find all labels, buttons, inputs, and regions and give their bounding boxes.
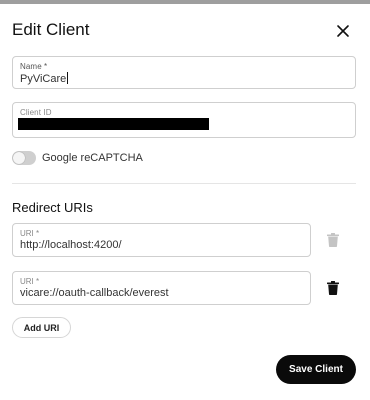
redirect-uris-title: Redirect URIs	[12, 200, 93, 215]
uri-label-1: URI *	[20, 229, 40, 238]
name-field-label: Name *	[20, 62, 48, 71]
uri-label-2: URI *	[20, 277, 40, 286]
divider	[12, 183, 356, 184]
client-id-field[interactable]: Client ID	[12, 102, 356, 138]
name-field-value: PyViCare	[20, 72, 69, 85]
text-caret	[67, 72, 69, 84]
edit-client-dialog: Edit Client Name * PyViCare Client ID Go…	[0, 0, 370, 400]
uri-field-1[interactable]: URI * http://localhost:4200/	[12, 223, 311, 257]
recaptcha-toggle[interactable]	[12, 151, 36, 165]
uri-value-1: http://localhost:4200/	[20, 239, 122, 251]
recaptcha-label: Google reCAPTCHA	[42, 152, 143, 164]
name-field[interactable]: Name * PyViCare	[12, 56, 356, 89]
dialog-title: Edit Client	[12, 20, 90, 39]
uri-field-2[interactable]: URI * vicare://oauth-callback/everest	[12, 271, 311, 305]
save-client-button[interactable]: Save Client	[276, 355, 356, 384]
trash-icon[interactable]	[327, 233, 339, 247]
recaptcha-toggle-row: Google reCAPTCHA	[12, 150, 143, 166]
trash-icon[interactable]	[327, 281, 339, 295]
top-strip	[0, 0, 370, 4]
uri-value-2: vicare://oauth-callback/everest	[20, 287, 169, 299]
add-uri-button[interactable]: Add URI	[12, 317, 71, 338]
redacted-client-id	[18, 118, 209, 130]
close-icon[interactable]	[334, 22, 352, 40]
toggle-knob	[13, 152, 25, 164]
client-id-label: Client ID	[20, 108, 52, 117]
